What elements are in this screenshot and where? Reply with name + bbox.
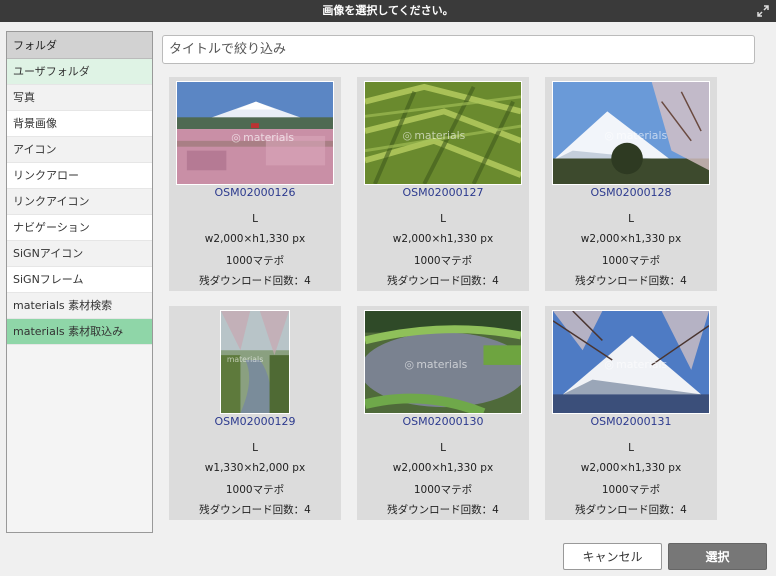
- watermark-label: materials: [616, 129, 667, 142]
- image-code-link[interactable]: OSM02000131: [545, 415, 717, 428]
- folder-header: フォルダ: [7, 32, 152, 59]
- thumbnail-stream-portrait[interactable]: materials: [220, 310, 290, 414]
- image-size: L: [440, 213, 446, 225]
- thumbnail-fuji-branches[interactable]: ◎ materials: [552, 310, 710, 414]
- cancel-button[interactable]: キャンセル: [563, 543, 662, 570]
- image-price: 1000マテポ: [601, 484, 661, 496]
- image-card[interactable]: ◎ materials OSM02000126 L w2,000×h1,330 …: [169, 77, 341, 291]
- sidebar-item-user-folder[interactable]: ユーザフォルダ: [7, 59, 152, 85]
- image-price: 1000マテポ: [225, 255, 285, 267]
- sidebar-item-navigation[interactable]: ナビゲーション: [7, 215, 152, 241]
- image-size: L: [628, 213, 634, 225]
- title-filter-input[interactable]: [162, 35, 755, 64]
- sidebar-item-background[interactable]: 背景画像: [7, 111, 152, 137]
- image-dimensions: w2,000×h1,330 px: [392, 462, 494, 474]
- image-price: 1000マテポ: [601, 255, 661, 267]
- download-remaining: 残ダウンロード回数：4: [199, 275, 311, 287]
- image-card[interactable]: materials OSM02000129 L w1,330×h2,000 px…: [169, 306, 341, 520]
- sidebar-item-materials-import[interactable]: materials 素材取込み: [7, 319, 152, 345]
- thumbnail-pond-landscape[interactable]: ◎ materials: [364, 310, 522, 414]
- image-code-link[interactable]: OSM02000130: [357, 415, 529, 428]
- image-dimensions: w2,000×h1,330 px: [580, 462, 682, 474]
- title-bar: 画像を選択してください。: [0, 0, 776, 22]
- image-size: L: [252, 213, 258, 225]
- download-remaining: 残ダウンロード回数：4: [387, 275, 499, 287]
- image-size: L: [252, 442, 258, 454]
- image-code-link[interactable]: OSM02000126: [169, 186, 341, 199]
- image-price: 1000マテポ: [413, 484, 473, 496]
- watermark-label: materials: [616, 358, 667, 371]
- sidebar-item-link-icon[interactable]: リンクアイコン: [7, 189, 152, 215]
- download-remaining: 残ダウンロード回数：4: [575, 275, 687, 287]
- image-dimensions: w1,330×h2,000 px: [204, 462, 306, 474]
- sidebar-item-materials-search[interactable]: materials 素材検索: [7, 293, 152, 319]
- folder-sidebar: フォルダ ユーザフォルダ 写真 背景画像 アイコン リンクアロー リンクアイコン…: [6, 31, 153, 533]
- download-remaining: 残ダウンロード回数：4: [575, 504, 687, 516]
- svg-text:◎: ◎: [403, 129, 412, 142]
- svg-text:◎: ◎: [404, 358, 413, 371]
- image-card[interactable]: ◎ materials OSM02000131 L w2,000×h1,330 …: [545, 306, 717, 520]
- image-code-link[interactable]: OSM02000127: [357, 186, 529, 199]
- sidebar-item-icon[interactable]: アイコン: [7, 137, 152, 163]
- image-price: 1000マテポ: [413, 255, 473, 267]
- dialog-title: 画像を選択してください。: [322, 4, 454, 17]
- sidebar-item-photo[interactable]: 写真: [7, 85, 152, 111]
- sidebar-item-sign-frame[interactable]: SiGNフレーム: [7, 267, 152, 293]
- svg-text:◎: ◎: [604, 358, 613, 371]
- select-button[interactable]: 選択: [668, 543, 767, 570]
- watermark-label: materials: [414, 129, 465, 142]
- thumbnail-mount-fuji-sakura[interactable]: ◎ materials: [552, 81, 710, 185]
- image-card[interactable]: ◎ materials OSM02000127 L w2,000×h1,330 …: [357, 77, 529, 291]
- image-dimensions: w2,000×h1,330 px: [392, 233, 494, 245]
- download-remaining: 残ダウンロード回数：4: [387, 504, 499, 516]
- sidebar-item-sign-icon[interactable]: SiGNアイコン: [7, 241, 152, 267]
- thumbnail-bamboo-grass[interactable]: ◎ materials: [364, 81, 522, 185]
- svg-text:◎: ◎: [231, 131, 240, 144]
- image-code-link[interactable]: OSM02000128: [545, 186, 717, 199]
- expand-icon[interactable]: [756, 4, 770, 18]
- download-remaining: 残ダウンロード回数：4: [199, 504, 311, 516]
- image-size: L: [440, 442, 446, 454]
- image-dimensions: w2,000×h1,330 px: [204, 233, 306, 245]
- sidebar-item-link-arrow[interactable]: リンクアロー: [7, 163, 152, 189]
- thumbnail-mount-fuji-blossoms[interactable]: ◎ materials: [176, 81, 334, 185]
- image-size: L: [628, 442, 634, 454]
- svg-text:◎: ◎: [604, 129, 613, 142]
- watermark-label: materials: [243, 131, 294, 144]
- watermark-label: materials: [227, 355, 263, 364]
- image-dimensions: w2,000×h1,330 px: [580, 233, 682, 245]
- image-card[interactable]: ◎ materials OSM02000128 L w2,000×h1,330 …: [545, 77, 717, 291]
- image-code-link[interactable]: OSM02000129: [169, 415, 341, 428]
- image-price: 1000マテポ: [225, 484, 285, 496]
- image-card[interactable]: ◎ materials OSM02000130 L w2,000×h1,330 …: [357, 306, 529, 520]
- watermark-label: materials: [416, 358, 467, 371]
